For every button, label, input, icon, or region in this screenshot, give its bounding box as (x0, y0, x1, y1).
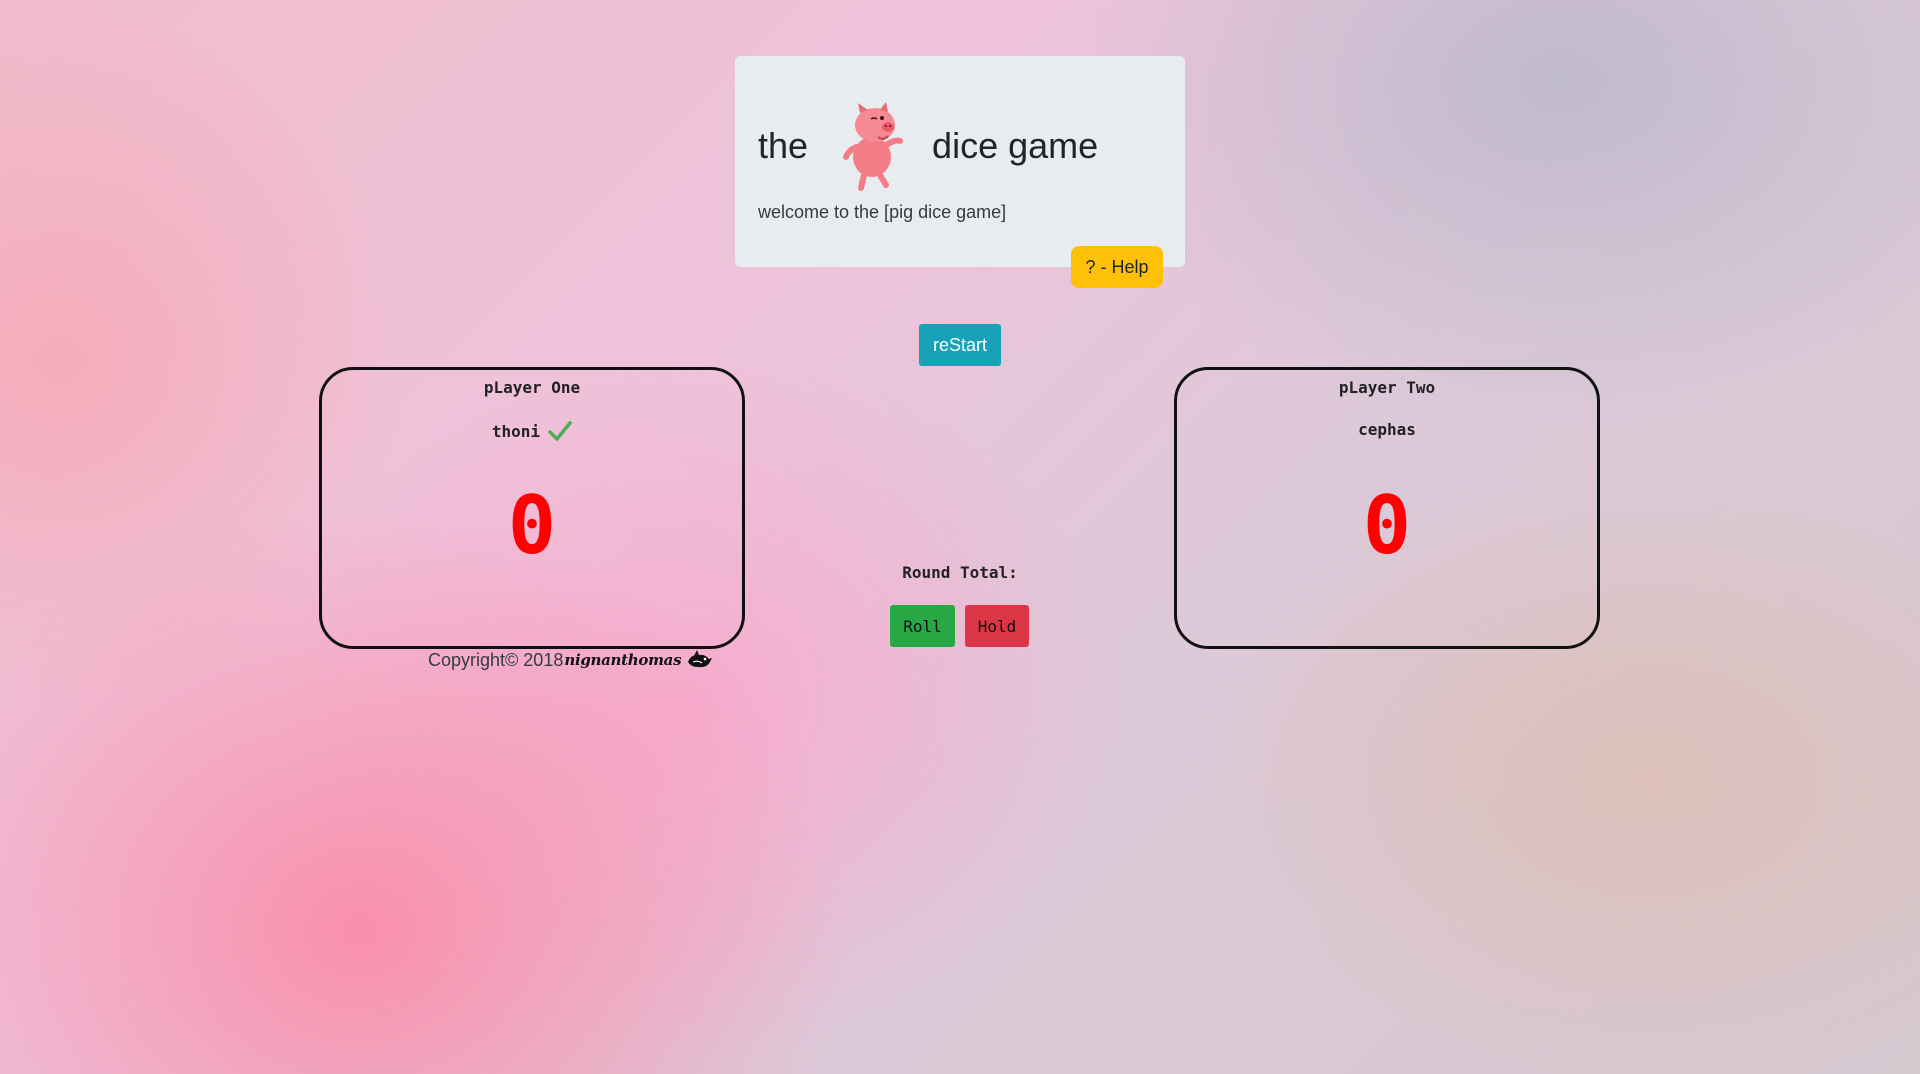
player-one-score: 0 (507, 479, 557, 572)
copyright-footer: Copyright© 2018 nignanthomas (428, 648, 713, 672)
round-total-label: Round Total: (902, 563, 1018, 582)
player-two-name: cephas (1358, 420, 1416, 439)
author-signature: nignanthomas (564, 651, 682, 669)
header-card: the dice game welcome to the [pig dice g… (735, 56, 1185, 267)
active-check-icon (548, 421, 572, 441)
welcome-text: welcome to the [pig dice game] (758, 202, 1007, 222)
restart-button[interactable]: reStart (919, 324, 1001, 366)
copyright-text: Copyright© 2018 (428, 649, 564, 670)
player-two-score: 0 (1362, 479, 1412, 572)
roll-button[interactable]: Roll (890, 605, 955, 647)
player-one-name: thoni (491, 421, 541, 441)
player-one-panel: pLayer One thoni 0 (319, 367, 745, 649)
pig-icon (843, 102, 904, 191)
player-two-label: pLayer Two (1338, 378, 1436, 397)
bird-icon (688, 650, 713, 668)
help-button[interactable]: ? - Help (1071, 246, 1163, 288)
title-left: the (758, 125, 809, 166)
hold-button[interactable]: Hold (965, 605, 1029, 647)
player-one-label: pLayer One (483, 378, 581, 397)
game-title: the dice game (758, 96, 1098, 196)
player-two-name-row: cephas (1177, 420, 1597, 439)
title-right: dice game (932, 125, 1099, 166)
player-one-name-row: thoni (322, 420, 742, 442)
player-two-panel: pLayer Two cephas 0 (1174, 367, 1600, 649)
